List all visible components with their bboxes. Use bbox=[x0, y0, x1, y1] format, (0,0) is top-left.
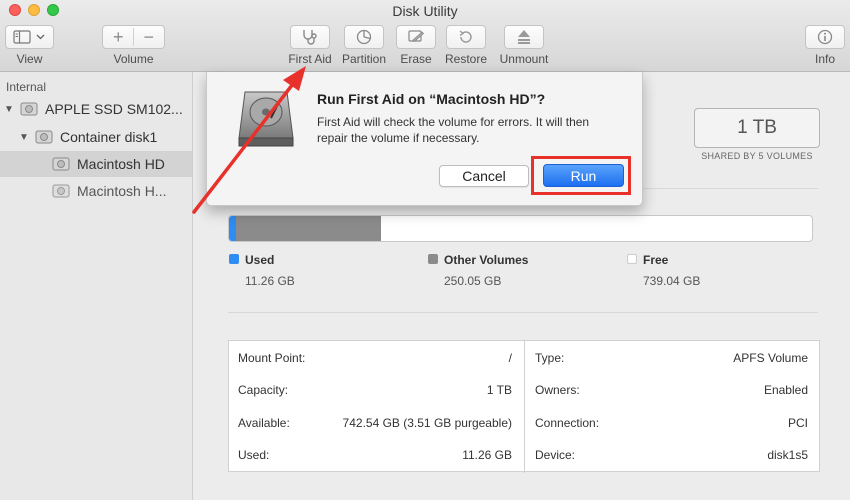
info-label-connection: Connection: bbox=[535, 416, 600, 430]
volume-divider bbox=[133, 28, 134, 46]
sidebar-item-label: Container disk1 bbox=[60, 129, 158, 145]
sidebar-item-label: Macintosh H... bbox=[77, 183, 167, 199]
legend-free-name: Free bbox=[643, 253, 669, 267]
sidebar-view-icon bbox=[12, 30, 44, 44]
volume-info-table: Mount Point: / Capacity: 1 TB Available:… bbox=[228, 340, 820, 473]
internal-drive-icon bbox=[20, 102, 38, 116]
info-value-device: disk1s5 bbox=[767, 448, 808, 462]
run-button-highlight bbox=[531, 156, 631, 195]
partition-button[interactable] bbox=[344, 25, 384, 49]
info-icon bbox=[817, 29, 833, 45]
capacity-box: 1 TB bbox=[694, 108, 820, 148]
restore-button[interactable] bbox=[446, 25, 486, 49]
info-value-owners: Enabled bbox=[763, 383, 808, 397]
sidebar-item-macintosh-hd[interactable]: Macintosh HD bbox=[0, 151, 192, 177]
sidebar: Internal ▼ APPLE SSD SM102... ▼ Containe… bbox=[0, 72, 193, 500]
info-value-mount-point: / bbox=[508, 351, 512, 365]
legend-free-value: 739.04 GB bbox=[643, 274, 701, 288]
partition-label: Partition bbox=[341, 52, 387, 66]
hard-drive-icon bbox=[238, 91, 294, 147]
legend-other-value: 250.05 GB bbox=[444, 274, 502, 288]
erase-pencil-icon bbox=[408, 30, 425, 43]
eject-icon bbox=[518, 30, 530, 44]
unmount-button[interactable] bbox=[504, 25, 544, 49]
legend-other-name: Other Volumes bbox=[444, 253, 529, 267]
usage-bar bbox=[228, 215, 813, 242]
info-label-available: Available: bbox=[238, 416, 290, 430]
legend-used-value: 11.26 GB bbox=[245, 274, 295, 288]
sidebar-item-container-disk1[interactable]: ▼ Container disk1 bbox=[0, 124, 192, 150]
first-aid-button[interactable] bbox=[290, 25, 330, 49]
restore-arrow-icon bbox=[459, 30, 472, 43]
erase-button[interactable] bbox=[396, 25, 436, 49]
legend-other-swatch bbox=[428, 254, 438, 264]
legend-used-swatch bbox=[229, 254, 239, 264]
partition-pie-icon bbox=[356, 29, 372, 45]
volume-label: Volume bbox=[113, 52, 154, 66]
stethoscope-icon bbox=[303, 30, 317, 45]
capacity-shared-label: SHARED BY 5 VOLUMES bbox=[701, 151, 813, 161]
info-label-mount-point: Mount Point: bbox=[238, 351, 306, 365]
legend-used-name: Used bbox=[245, 253, 275, 267]
sidebar-section-internal: Internal bbox=[6, 80, 47, 94]
restore-label: Restore bbox=[444, 52, 488, 66]
dialog-message: First Aid will check the volume for erro… bbox=[317, 115, 590, 145]
info-value-connection: PCI bbox=[787, 416, 808, 430]
disclosure-triangle-icon[interactable]: ▼ bbox=[19, 132, 29, 143]
usage-other-segment bbox=[235, 216, 382, 241]
erase-label: Erase bbox=[400, 52, 432, 66]
info-label-type: Type: bbox=[535, 351, 565, 365]
unmount-label: Unmount bbox=[499, 52, 549, 66]
window-title: Disk Utility bbox=[392, 3, 458, 19]
info-button[interactable] bbox=[805, 25, 845, 49]
dialog-title: Run First Aid on “Macintosh HD”? bbox=[317, 91, 546, 107]
container-drive-icon bbox=[35, 130, 53, 144]
legend-free-swatch bbox=[627, 254, 637, 264]
info-column-divider bbox=[524, 341, 525, 473]
remove-volume-icon[interactable]: − bbox=[134, 27, 165, 48]
info-label-capacity: Capacity: bbox=[238, 383, 289, 397]
disclosure-triangle-icon[interactable]: ▼ bbox=[4, 104, 14, 115]
info-label: Info bbox=[814, 52, 835, 66]
info-value-used: 11.26 GB bbox=[462, 448, 512, 462]
sidebar-item-label: Macintosh HD bbox=[77, 156, 165, 172]
info-label-device: Device: bbox=[535, 448, 576, 462]
divider bbox=[228, 312, 818, 313]
sidebar-item-label: APPLE SSD SM102... bbox=[45, 101, 183, 117]
title-toolbar: Disk Utility View + − Volume First Aid P… bbox=[0, 0, 850, 72]
info-value-type: APFS Volume bbox=[733, 351, 808, 365]
info-label-owners: Owners: bbox=[535, 383, 580, 397]
add-volume-icon[interactable]: + bbox=[103, 27, 134, 48]
first-aid-label: First Aid bbox=[288, 52, 332, 66]
view-label: View bbox=[16, 52, 43, 66]
usage-used-segment bbox=[229, 216, 236, 241]
sidebar-item-apple-ssd[interactable]: ▼ APPLE SSD SM102... bbox=[0, 96, 192, 122]
info-label-used: Used: bbox=[238, 448, 270, 462]
info-value-capacity: 1 TB bbox=[486, 383, 512, 397]
sidebar-item-macintosh-hd-data[interactable]: Macintosh H... bbox=[0, 178, 192, 204]
volume-drive-icon bbox=[52, 184, 70, 198]
volume-drive-icon bbox=[52, 157, 70, 171]
info-value-available: 742.54 GB (3.51 GB purgeable) bbox=[342, 416, 512, 430]
cancel-button[interactable]: Cancel bbox=[439, 165, 529, 187]
view-button[interactable] bbox=[5, 25, 54, 49]
